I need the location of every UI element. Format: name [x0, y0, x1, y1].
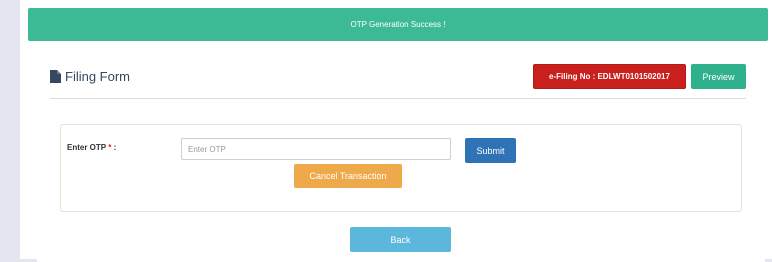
efiling-number-badge: e-Filing No : EDLWT0101502017 [533, 64, 686, 89]
cancel-transaction-button[interactable]: Cancel Transaction [294, 164, 402, 188]
otp-form-box: Enter OTP * : Submit Cancel Transaction [60, 124, 742, 212]
preview-button-label: Preview [702, 71, 735, 82]
efiling-number-text: e-Filing No : EDLWT0101502017 [549, 72, 670, 81]
preview-button[interactable]: Preview [691, 64, 746, 89]
page-background-strip [0, 0, 20, 259]
otp-input[interactable] [181, 138, 451, 160]
success-alert: OTP Generation Success ! [28, 8, 768, 41]
file-icon [50, 70, 61, 83]
back-button-label: Back [390, 234, 411, 245]
form-header: Filing Form e-Filing No : EDLWT010150201… [50, 62, 746, 99]
otp-label-text: Enter OTP [67, 143, 106, 152]
otp-label-suffix: : [111, 143, 117, 152]
back-button[interactable]: Back [350, 227, 451, 252]
page-title: Filing Form [50, 69, 130, 84]
submit-button[interactable]: Submit [465, 138, 516, 163]
alert-message: OTP Generation Success ! [350, 20, 446, 29]
submit-button-label: Submit [476, 145, 505, 156]
cancel-transaction-label: Cancel Transaction [309, 171, 387, 181]
otp-field-label: Enter OTP * : [67, 143, 116, 152]
page-title-text: Filing Form [65, 69, 131, 84]
